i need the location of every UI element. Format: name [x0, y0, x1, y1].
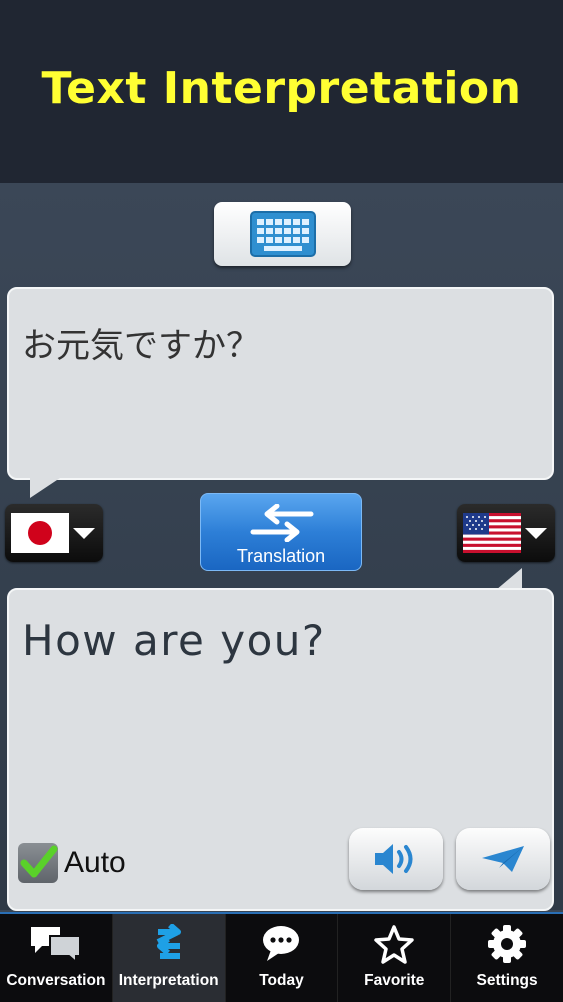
speak-button[interactable]	[349, 828, 443, 890]
send-icon	[482, 846, 524, 872]
chevron-down-icon	[73, 528, 95, 539]
page-title: Text Interpretation	[41, 63, 522, 114]
translation-label: Translation	[236, 546, 326, 566]
chevron-down-icon	[525, 528, 547, 539]
japan-flag-icon	[11, 513, 69, 553]
auto-checkbox[interactable]	[18, 843, 58, 883]
us-flag-icon	[463, 513, 521, 553]
tab-today[interactable]: Today	[226, 914, 339, 1002]
source-text-bubble[interactable]	[7, 287, 554, 480]
tab-conversation[interactable]: Conversation	[0, 914, 113, 1002]
header: Text Interpretation	[0, 0, 563, 183]
tab-label: Interpretation	[118, 972, 219, 989]
target-language-selector[interactable]	[457, 504, 555, 562]
source-language-selector[interactable]	[5, 504, 103, 562]
send-button[interactable]	[456, 828, 550, 890]
tab-label: Today	[259, 972, 304, 989]
source-text[interactable]: お元気ですか？	[22, 318, 260, 367]
chat-bubbles-icon	[30, 927, 81, 964]
speech-bubble-icon	[263, 926, 300, 961]
tab-favorite[interactable]: Favorite	[338, 914, 452, 1002]
auto-toggle[interactable]: Auto	[18, 843, 126, 883]
gear-icon	[488, 925, 527, 963]
speaker-icon	[375, 844, 413, 874]
target-bubble-tail	[496, 568, 522, 590]
tab-label: Conversation	[6, 972, 106, 989]
tab-interpretation[interactable]: Interpretation	[112, 914, 226, 1002]
keyboard-icon	[249, 211, 316, 257]
translated-text: How are you?	[22, 616, 326, 665]
tab-bar: Conversation Interpretation Today Favori…	[0, 912, 563, 1002]
swap-arrows-icon	[156, 924, 181, 959]
checkmark-icon	[20, 845, 58, 878]
tab-label: Settings	[476, 972, 538, 989]
swap-arrows-icon	[250, 504, 314, 542]
auto-label: Auto	[64, 846, 126, 879]
keyboard-button[interactable]	[214, 202, 351, 266]
translation-button[interactable]: Translation	[200, 493, 362, 571]
source-bubble-tail	[30, 478, 60, 498]
tab-label: Favorite	[364, 972, 425, 989]
star-icon	[374, 925, 415, 964]
tab-settings[interactable]: Settings	[451, 914, 563, 1002]
